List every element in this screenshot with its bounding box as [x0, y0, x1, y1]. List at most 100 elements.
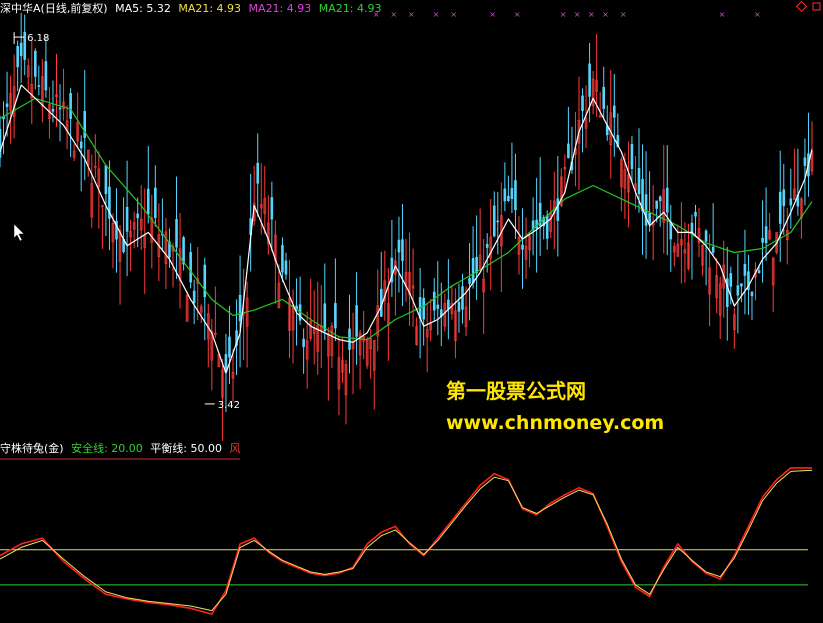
signal-marker: × — [574, 10, 581, 19]
candle-body — [658, 196, 662, 202]
candle-body — [545, 215, 549, 239]
signal-marker: × — [754, 10, 761, 19]
candle-body — [648, 212, 651, 224]
candle-body — [789, 198, 793, 206]
candle-body — [355, 305, 358, 337]
candle-body — [803, 157, 807, 166]
signal-marker: × — [390, 10, 397, 19]
candle-body — [711, 246, 715, 253]
watermark-url: www.chnmoney.com — [446, 412, 665, 434]
candle-body — [238, 294, 242, 322]
stock-title: 深中华A(日线,前复权) — [0, 2, 108, 15]
signal-marker: × — [489, 10, 496, 19]
candle-body — [581, 95, 584, 112]
indicator-name: 守株待兔(金) — [0, 442, 64, 455]
square-icon — [812, 2, 821, 11]
ma21-line — [0, 97, 813, 341]
candle-body — [302, 338, 305, 347]
candle-body — [436, 304, 440, 309]
candle-body — [51, 108, 55, 112]
candle-body — [0, 128, 2, 158]
candle-body — [397, 239, 401, 253]
signal-marker: × — [433, 10, 440, 19]
candle-body — [136, 213, 139, 219]
signal-marker: × — [514, 10, 521, 19]
candle-body — [154, 187, 157, 219]
candle-body — [34, 50, 37, 77]
signal-marker: × — [450, 10, 457, 19]
candle-body — [146, 188, 150, 215]
candle-body — [492, 205, 496, 237]
candle-body — [5, 103, 9, 107]
candle-body — [496, 220, 500, 223]
candle-body — [704, 230, 708, 242]
candle-body — [447, 299, 450, 310]
ma21c-label: MA21: 4.93 — [318, 2, 382, 15]
candle-body — [757, 270, 761, 273]
candle-body — [567, 143, 570, 159]
candle-body — [503, 188, 507, 202]
candle-body — [468, 278, 471, 284]
ma5-line — [0, 84, 813, 374]
candle-body — [432, 291, 436, 311]
extra-label: 风 — [229, 442, 241, 455]
indicator-red-line — [0, 467, 812, 615]
indicator-header: 守株待兔(金) 安全线: 20.00 平衡线: 50.00 风 — [0, 440, 241, 456]
candle-body — [457, 302, 461, 312]
candle-body — [743, 264, 747, 276]
candle-body — [270, 197, 274, 220]
candle-body — [79, 141, 83, 149]
candle-body — [761, 237, 764, 243]
signal-marker: × — [560, 10, 567, 19]
signal-marker: × — [719, 10, 726, 19]
candle-body — [510, 188, 514, 199]
candle-body — [740, 283, 743, 287]
signal-marker: × — [408, 10, 415, 19]
candle-body — [514, 180, 517, 211]
candle-body — [104, 165, 108, 195]
signal-marker: × — [588, 10, 595, 19]
candle-body — [189, 251, 192, 283]
candle-body — [256, 162, 260, 184]
candle-body — [203, 264, 207, 298]
candle-body — [284, 260, 288, 275]
balance-line-label: 平衡线: 50.00 — [150, 442, 222, 455]
candle-body — [348, 328, 351, 350]
candle-body — [175, 218, 178, 248]
candle-body — [612, 105, 616, 118]
candle-body — [471, 258, 475, 284]
candle-body — [44, 61, 48, 91]
signal-marker: × — [602, 10, 609, 19]
ma21a-label: MA21: 4.93 — [178, 2, 242, 15]
candle-body — [401, 239, 404, 261]
candle-body — [125, 206, 129, 232]
candle-body — [782, 189, 786, 206]
cursor-icon — [13, 223, 25, 242]
signal-marker: × — [620, 10, 627, 19]
stock-chart[interactable]: 6.183.42× × × × × × × × × × × × × × — [0, 0, 823, 623]
candle-body — [69, 93, 72, 119]
candle-body — [750, 291, 754, 297]
candle-body — [228, 336, 231, 358]
candle-body — [507, 195, 510, 202]
safe-line-label: 安全线: 20.00 — [71, 442, 143, 455]
diamond-icon — [795, 0, 808, 13]
candle-body — [323, 303, 327, 332]
low-label: 3.42 — [218, 400, 240, 411]
candle-body — [556, 198, 560, 221]
candle-body — [655, 200, 658, 209]
ma21b-label: MA21: 4.93 — [248, 2, 312, 15]
candle-body — [669, 221, 673, 240]
candle-body — [422, 297, 425, 320]
candle-body — [665, 187, 669, 213]
candle-body — [521, 244, 524, 250]
candle-body — [588, 63, 591, 97]
candle-body — [485, 244, 489, 248]
candle-body — [192, 290, 196, 304]
watermark-title: 第一股票公式网 — [446, 379, 586, 403]
candle-body — [630, 144, 634, 169]
candle-body — [778, 191, 782, 224]
candle-body — [764, 226, 768, 244]
candle-body — [461, 286, 464, 310]
candle-body — [602, 86, 606, 109]
